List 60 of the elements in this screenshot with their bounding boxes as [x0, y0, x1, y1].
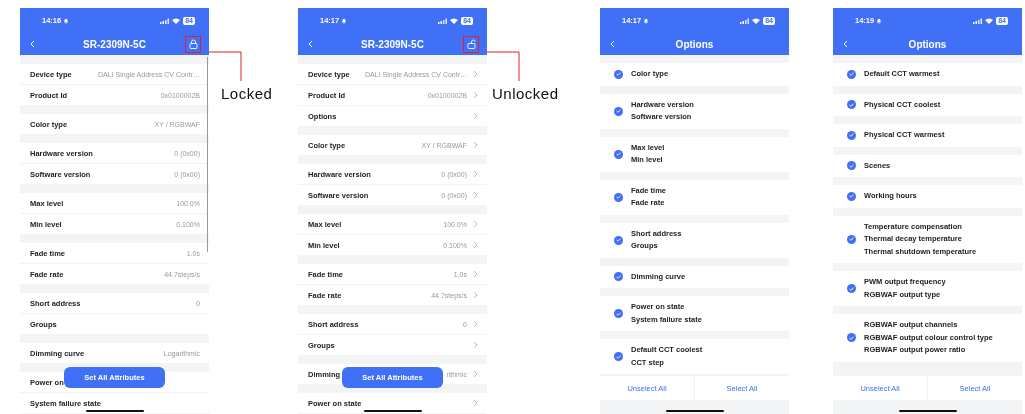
back-icon — [610, 40, 615, 48]
checked-circle-icon[interactable] — [847, 100, 856, 110]
checked-circle-icon[interactable] — [614, 235, 623, 245]
chevron-right-icon — [473, 141, 478, 149]
wifi-icon — [985, 17, 994, 24]
wifi-icon — [172, 17, 181, 24]
lock-closed-icon — [188, 39, 198, 49]
chevron-right-icon — [473, 112, 478, 120]
lock-open-icon — [466, 39, 476, 49]
checked-circle-icon[interactable] — [614, 192, 623, 202]
chevron-right-icon — [473, 370, 478, 378]
checked-circle-icon[interactable] — [847, 69, 856, 79]
screen-title: SR-2309N-5C — [83, 38, 146, 50]
callout-label: Unlocked — [492, 85, 560, 102]
checked-circle-icon[interactable] — [614, 106, 623, 116]
checked-circle-icon[interactable] — [614, 149, 623, 159]
checked-circle-icon[interactable] — [614, 352, 623, 361]
signal-icon — [973, 17, 983, 24]
home-indicator — [86, 410, 144, 412]
chevron-right-icon — [473, 320, 478, 328]
back-icon — [843, 40, 848, 48]
chevron-right-icon — [473, 91, 478, 99]
callout-label: Locked — [221, 85, 274, 102]
signal-icon — [740, 17, 750, 24]
checked-circle-icon[interactable] — [847, 234, 856, 244]
lock-button[interactable] — [185, 35, 201, 53]
chevron-right-icon — [473, 270, 478, 278]
home-indicator — [364, 410, 422, 412]
screen-title: SR-2309N-5C — [361, 38, 424, 50]
back-icon — [30, 40, 35, 48]
chevron-right-icon — [473, 191, 478, 199]
checked-circle-icon[interactable] — [847, 130, 856, 140]
chevron-right-icon — [473, 70, 478, 78]
checked-circle-icon[interactable] — [847, 333, 856, 343]
signal-icon — [438, 17, 448, 24]
screen-title: Options — [908, 38, 947, 50]
lock-button[interactable] — [463, 35, 479, 53]
chevron-right-icon — [473, 241, 478, 249]
chevron-right-icon — [473, 220, 478, 228]
screen-title: Options — [675, 38, 714, 50]
checked-circle-icon[interactable] — [614, 69, 623, 79]
chevron-right-icon — [473, 399, 478, 407]
home-indicator — [666, 410, 724, 412]
checked-circle-icon[interactable] — [614, 309, 623, 318]
wifi-icon — [450, 17, 459, 24]
checked-circle-icon[interactable] — [614, 272, 623, 282]
signal-icon — [160, 17, 170, 24]
chevron-right-icon — [473, 170, 478, 178]
bell-icon — [63, 17, 70, 24]
bell-icon — [876, 17, 883, 24]
checked-circle-icon[interactable] — [847, 161, 856, 171]
bell-icon — [643, 17, 650, 24]
wifi-icon — [752, 17, 761, 24]
home-indicator — [899, 410, 957, 412]
checked-circle-icon[interactable] — [847, 191, 856, 201]
checked-circle-icon[interactable] — [847, 284, 856, 293]
bell-icon — [341, 17, 348, 24]
back-icon — [308, 40, 313, 48]
chevron-right-icon — [473, 341, 478, 349]
chevron-right-icon — [473, 291, 478, 299]
